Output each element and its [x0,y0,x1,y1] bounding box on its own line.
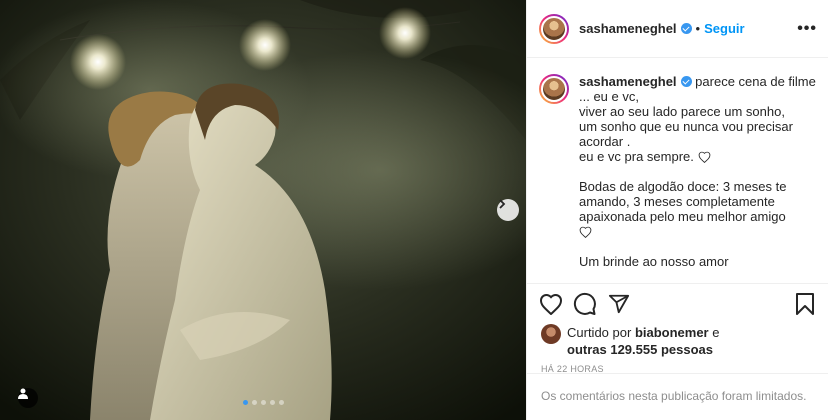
post-side-panel: sashameneghel • Seguir ••• sashameneghel… [526,0,828,420]
caption-text-3: Um brinde ao nosso amor [579,254,729,269]
username-link[interactable]: sashameneghel [579,21,677,36]
liker-avatar[interactable] [541,324,561,344]
avatar[interactable] [539,13,569,44]
comment-icon [573,292,596,315]
post-header: sashameneghel • Seguir ••• [527,0,828,58]
next-photo-button[interactable] [497,199,519,221]
follow-button[interactable]: Seguir [704,21,744,36]
caption-username[interactable]: sashameneghel [579,74,677,89]
heart-icon [539,293,563,315]
like-button[interactable] [537,292,565,316]
verified-badge-icon [680,76,692,87]
save-button[interactable] [791,292,819,316]
bookmark-icon [796,293,814,315]
comments-limited-notice: Os comentários nesta publicação foram li… [527,373,828,420]
heart-emoji-icon [698,151,710,163]
separator-dot: • [695,21,701,36]
chevron-right-icon [499,199,506,209]
verified-badge-icon [680,23,692,34]
carousel-dot [261,400,266,405]
likes-summary: Curtido por biabonemer e outras 129.555 … [527,324,828,358]
carousel-dot [279,400,284,405]
person-icon [18,388,28,399]
post-photo[interactable] [0,0,526,420]
caption-text-2: Bodas de algodão doce: 3 meses te amando… [579,179,787,224]
carousel-dot [270,400,275,405]
carousel-indicator [243,400,284,405]
liked-by-suffix: e [712,325,720,340]
share-icon [608,294,630,314]
comments-area[interactable]: sashameneghel parece cena de filme ... e… [527,58,828,284]
tagged-users-button[interactable] [18,388,38,408]
carousel-dot [252,400,257,405]
photo-scene [0,0,526,420]
heart-emoji-icon [579,226,592,238]
action-bar [527,284,828,324]
likes-count-link[interactable]: outras 129.555 pessoas [567,342,713,357]
comment-button[interactable] [571,292,599,316]
share-button[interactable] [605,292,633,316]
more-options-icon[interactable]: ••• [797,20,817,38]
avatar[interactable] [539,74,569,104]
liked-by-user-link[interactable]: biabonemer [635,325,709,340]
post-dialog: sashameneghel • Seguir ••• sashameneghel… [0,0,828,420]
carousel-dot [243,400,248,405]
caption: sashameneghel parece cena de filme ... e… [579,74,817,283]
liked-by-prefix: Curtido por [567,325,632,340]
